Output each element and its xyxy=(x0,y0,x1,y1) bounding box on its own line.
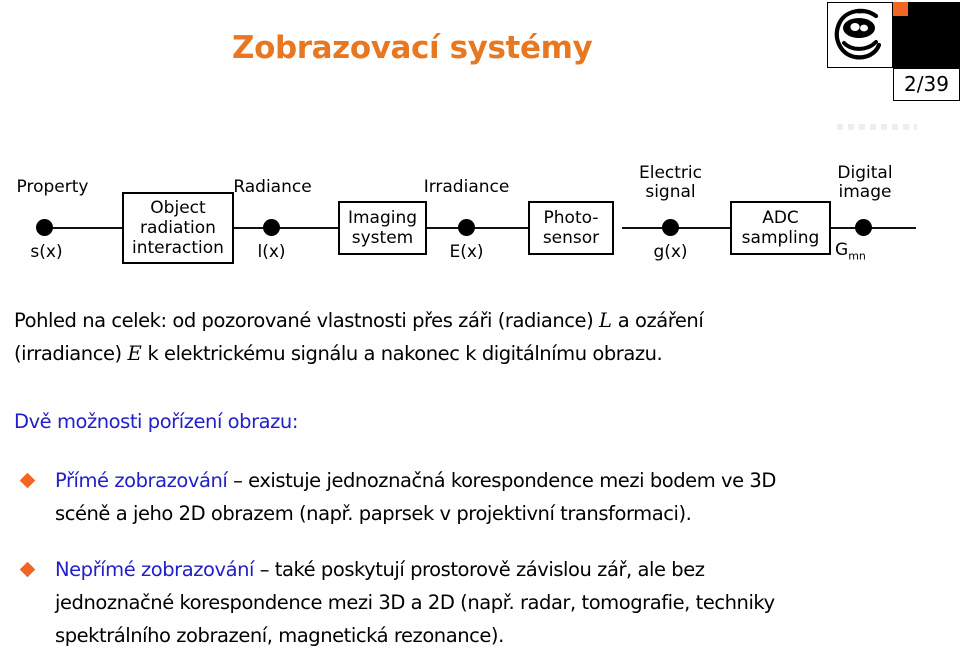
node-dot-radiance xyxy=(263,219,280,236)
faint-artifact xyxy=(837,124,917,130)
intro-text-3: (irradiance) xyxy=(14,342,128,365)
bullet-diamond-icon-2 xyxy=(19,561,36,578)
bullet-line2-1: scéně a jeho 2D obrazem (např. paprsek v… xyxy=(55,502,692,525)
node-dot-digital-image xyxy=(855,219,872,236)
diagram-label-electric-signal: Electric signal xyxy=(639,163,702,202)
eye-icon xyxy=(834,8,882,60)
diagram-label-irradiance: Irradiance xyxy=(423,177,510,197)
wire-3 xyxy=(425,227,530,229)
wire-1 xyxy=(44,227,124,229)
diagram-label-radiance: Radiance xyxy=(233,177,312,197)
diagram-value-ex: E(x) xyxy=(449,242,484,262)
intro-paragraph: Pohled na celek: od pozorované vlastnost… xyxy=(14,304,954,370)
bullet-term-1: Přímé zobrazování xyxy=(55,469,228,492)
intro-text-1: Pohled na celek: od pozorované vlastnost… xyxy=(14,309,600,332)
bullet-line1-rest-2: – také poskytují prostorově závislou zář… xyxy=(253,558,705,581)
page-title: Zobrazovací systémy xyxy=(232,30,593,66)
math-var-E: E xyxy=(127,342,142,365)
diagram-value-sx: s(x) xyxy=(30,242,63,262)
node-dot-irradiance xyxy=(458,219,475,236)
diagram-block-photosensor: Photo- sensor xyxy=(528,201,614,255)
diagram-value-gmn: Gmn xyxy=(835,240,895,262)
bullet-line3-2: spektrálního zobrazení, magnetická rezon… xyxy=(55,624,504,647)
wire-5 xyxy=(830,227,916,229)
diagram-value-gx: g(x) xyxy=(653,242,688,262)
cmp-eye-logo-icon xyxy=(827,2,893,68)
diagram-label-digital-image: Digital image xyxy=(837,163,893,202)
cmp-logo-block: m p 2/39 xyxy=(827,2,960,130)
page-indicator-box: 2/39 xyxy=(893,68,960,101)
wire-2 xyxy=(232,227,340,229)
page-indicator: 2/39 xyxy=(904,72,949,96)
section-heading: Dvě možnosti pořízení obrazu: xyxy=(14,410,298,433)
gmn-subscript: mn xyxy=(848,249,866,263)
bullet-item-1: Přímé zobrazování – existuje jednoznačná… xyxy=(55,464,955,530)
math-var-L: L xyxy=(599,309,612,332)
diagram-label-property: Property xyxy=(16,177,89,197)
logo-orange-corner xyxy=(893,2,908,16)
bullet-item-2: Nepřímé zobrazování – také poskytují pro… xyxy=(55,553,960,652)
node-dot-electric-signal xyxy=(662,219,679,236)
bullet-term-2: Nepřímé zobrazování xyxy=(55,558,254,581)
intro-text-2: a ozáření xyxy=(611,309,704,332)
node-dot-property xyxy=(36,219,53,236)
bullet-line2-2: jednoznačné korespondence mezi 3D a 2D (… xyxy=(55,591,775,614)
imaging-pipeline-diagram: Object radiation interaction Imaging sys… xyxy=(0,164,960,278)
bullet-diamond-icon-1 xyxy=(19,472,36,489)
diagram-value-lx: l(x) xyxy=(257,242,286,262)
diagram-block-adc-sampling: ADC sampling xyxy=(730,201,831,255)
bullet-line1-rest-1: – existuje jednoznačná korespondence mez… xyxy=(227,469,776,492)
gmn-base: G xyxy=(835,240,849,260)
intro-text-4: k elektrickému signálu a nakonec k digit… xyxy=(141,342,663,365)
